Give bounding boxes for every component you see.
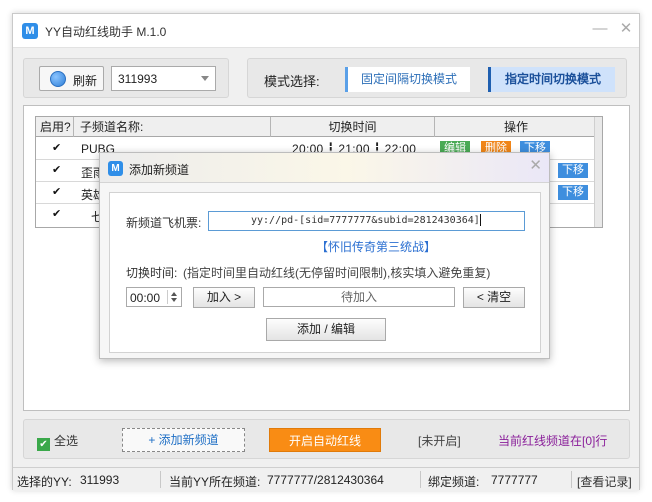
toolbar-yy: 刷新 311993	[23, 58, 229, 98]
selected-yy-label: 选择的YY:	[17, 475, 72, 489]
add-channel-button[interactable]: + 添加新频道	[122, 428, 245, 452]
app-logo-icon: M	[22, 23, 38, 39]
dialog-body: 新频道飞机票: yy://pd-[sid=7777777&subid=28124…	[109, 192, 541, 353]
refresh-icon	[50, 71, 66, 87]
ticket-input[interactable]: yy://pd-[sid=7777777&subid=2812430364]	[208, 211, 525, 231]
add-time-button[interactable]: 加入 >	[193, 287, 255, 308]
bound-channel-value: 7777777	[491, 473, 538, 487]
close-icon[interactable]: ✕	[615, 18, 637, 40]
submit-button[interactable]: 添加 / 编辑	[266, 318, 386, 341]
select-all-checkbox[interactable]: ✔ 全选	[37, 432, 78, 451]
col-ops: 操作	[503, 120, 528, 134]
dialog-title-bar: M 添加新频道 ✕	[100, 153, 549, 183]
move-down-button[interactable]: 下移	[558, 185, 588, 200]
status-divider	[160, 471, 161, 488]
bound-channel-label: 绑定频道:	[428, 475, 480, 489]
run-status: [未开启]	[418, 434, 461, 448]
refresh-label: 刷新	[73, 74, 98, 88]
status-divider	[571, 471, 572, 488]
channel-name-link[interactable]: 【怀旧传奇第三统战】	[316, 238, 436, 255]
ticket-input-value: yy://pd-[sid=7777777&subid=2812430364]	[251, 215, 480, 226]
refresh-button[interactable]: 刷新	[39, 66, 104, 91]
text-cursor	[479, 214, 481, 226]
select-all-label: 全选	[54, 434, 79, 448]
col-enabled: 启用?	[36, 117, 74, 137]
pending-times-field[interactable]: 待加入	[263, 287, 455, 307]
row-enabled-checkbox[interactable]	[52, 163, 64, 177]
spin-up-icon[interactable]	[171, 292, 177, 296]
status-bar: 选择的YY: 311993 当前YY所在频道: 7777777/28124303…	[13, 467, 639, 491]
selected-yy-value: 311993	[80, 473, 120, 487]
status-divider	[420, 471, 421, 488]
row-enabled-checkbox[interactable]	[52, 141, 64, 155]
table-scrollbar[interactable]	[594, 117, 602, 227]
current-line-status: 当前红线频道在[0]行	[498, 434, 608, 448]
table-header: 启用? 子频道名称: 切换时间 操作	[36, 117, 602, 137]
start-auto-button[interactable]: 开启自动红线	[269, 428, 381, 452]
row-enabled-checkbox[interactable]	[52, 207, 64, 221]
spin-down-icon[interactable]	[171, 298, 177, 302]
time-value: 00:00	[130, 291, 161, 305]
chevron-down-icon	[201, 76, 209, 81]
mode-label: 模式选择:	[264, 74, 320, 89]
view-log-link[interactable]: [查看记录]	[577, 473, 632, 490]
current-channel-value: 7777777/2812430364	[267, 473, 384, 487]
move-down-button[interactable]: 下移	[558, 163, 588, 178]
yy-select[interactable]: 311993	[111, 66, 216, 91]
col-name: 子频道名称:	[74, 117, 271, 137]
window-title: YY自动红线助手 M.1.0	[45, 25, 167, 39]
time-spinner[interactable]: 00:00	[126, 287, 182, 307]
app-logo-icon: M	[108, 161, 123, 176]
mode-toolbar: 模式选择: 固定间隔切换模式 指定时间切换模式	[247, 58, 627, 98]
spin-buttons[interactable]	[167, 290, 179, 304]
current-channel-label: 当前YY所在频道:	[169, 475, 261, 489]
mode-scheduled-button[interactable]: 指定时间切换模式	[488, 67, 615, 92]
yy-select-value: 311993	[118, 72, 158, 86]
checkbox-checked-icon: ✔	[37, 438, 50, 451]
close-icon[interactable]: ✕	[529, 156, 542, 174]
minimize-icon[interactable]: —	[589, 18, 611, 40]
col-time: 切换时间	[271, 117, 435, 137]
row-enabled-checkbox[interactable]	[52, 185, 64, 199]
action-bar: ✔ 全选 + 添加新频道 开启自动红线 [未开启] 当前红线频道在[0]行	[23, 419, 630, 459]
ticket-label: 新频道飞机票:	[126, 216, 202, 230]
dialog-title: 添加新频道	[129, 163, 190, 177]
switch-time-label: 切换时间:	[126, 266, 178, 280]
mode-interval-button[interactable]: 固定间隔切换模式	[345, 67, 470, 92]
title-bar: M YY自动红线助手 M.1.0 — ✕	[13, 14, 639, 48]
switch-time-hint: (指定时间里自动红线(无停留时间限制),核实填入避免重复)	[183, 266, 491, 280]
clear-times-button[interactable]: < 清空	[463, 287, 525, 308]
add-channel-dialog: M 添加新频道 ✕ 新频道飞机票: yy://pd-[sid=7777777&s…	[99, 152, 550, 359]
